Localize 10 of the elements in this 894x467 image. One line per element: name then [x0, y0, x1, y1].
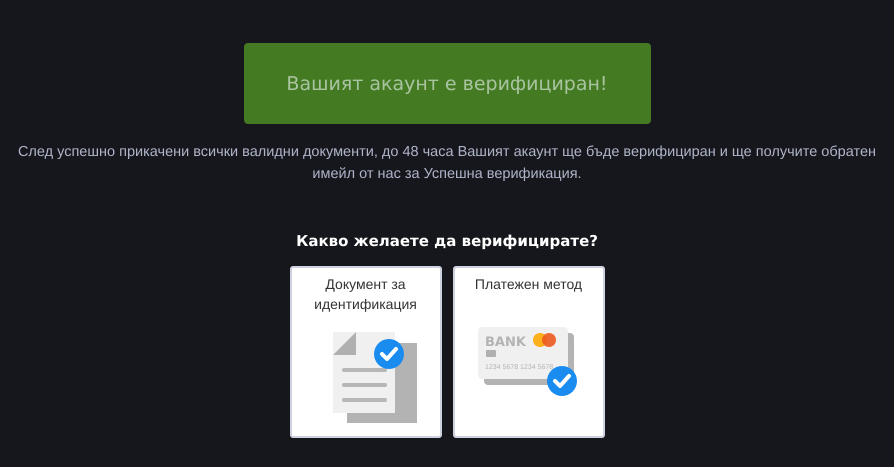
info-text: След успешно прикачени всички валидни документи, до 48 часа Вашият акаунт ще бъде верифициран и ще получите обратен имейл от нас за Успешна верификация.: [17, 143, 877, 184]
option-label: Платежен метод: [474, 275, 584, 294]
question-heading: Какво желаете да верифицирате?: [296, 232, 598, 250]
option-card[interactable]: Документ за идентификация: [290, 266, 442, 438]
card-logo-icon: [532, 333, 556, 347]
success-banner: Вашият акаунт е верифициран!: [244, 43, 650, 124]
option-label: Документ за идентификация: [313, 275, 418, 314]
chip-icon: [486, 350, 496, 357]
document-icon: [332, 332, 416, 423]
bank-text: BANK: [484, 335, 526, 350]
